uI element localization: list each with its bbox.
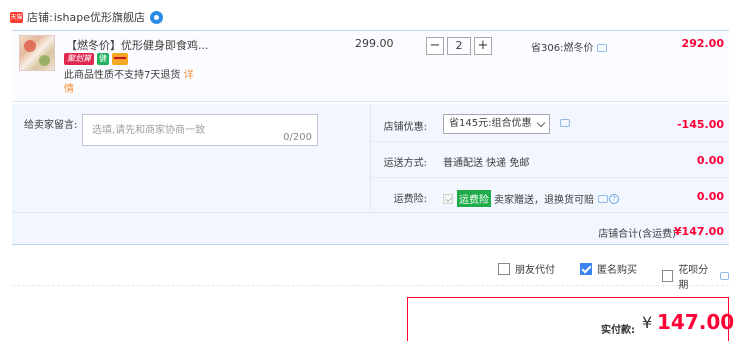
discount-select[interactable]: 省145元:组合优惠 — [443, 114, 550, 134]
shop-total-amount: ¥147.00 — [673, 225, 724, 238]
memo-panel: 给卖家留言: 选填,请先和商家协商一致 0/200 — [12, 104, 370, 211]
insurance-text: 卖家赠送，退换货可赔 — [494, 195, 594, 206]
insurance-tag: 运费险 — [457, 190, 491, 207]
insurance-message-icon[interactable] — [598, 194, 608, 203]
installment-checkbox[interactable] — [662, 270, 674, 282]
shop-name-link[interactable]: ishape优形旗舰店 — [54, 9, 145, 25]
credit-card-icon — [112, 53, 128, 65]
discount-row: 店铺优惠: 省145元:组合优惠 -145.00 — [371, 106, 729, 142]
message-icon[interactable] — [597, 44, 608, 52]
payment-total-box: 实付款: ¥ 147.00 — [407, 297, 734, 341]
checkout-options: 朋友代付 匿名购买 花呗分期 — [12, 247, 729, 291]
memo-label: 给卖家留言: — [24, 120, 78, 131]
item-saving-info: 省306:燃冬价 — [531, 39, 608, 54]
product-title[interactable]: 【燃冬价】优形健身即食鸡... — [66, 37, 209, 53]
insurance-value: 运费险 卖家赠送，退换货可赔 ? — [443, 190, 619, 207]
shipping-method: 普通配送 快递 免邮 — [443, 158, 530, 169]
insurance-row: 运费险: 运费险 卖家赠送，退换货可赔 ? 0.00 — [371, 178, 729, 214]
order-item-row: 【燃冬价】优形健身即食鸡... 聚划算 健 此商品性质不支持7天退货 详情 29… — [12, 30, 729, 102]
friend-pay-option[interactable]: 朋友代付 — [498, 261, 555, 276]
payment-amount: 147.00 — [657, 310, 735, 334]
seller-memo-textarea[interactable]: 选填,请先和商家协商一致 0/200 — [82, 114, 318, 146]
no-return-text: 此商品性质不支持7天退货 — [64, 70, 181, 81]
discount-selected-value: 省145元:组合优惠 — [449, 118, 532, 129]
discount-amount: -145.00 — [676, 118, 724, 131]
insurance-checkbox — [443, 193, 453, 204]
installment-label: 花呗分期 — [678, 265, 709, 291]
payment-label: 实付款: — [601, 325, 635, 336]
installment-option[interactable]: 花呗分期 — [662, 261, 729, 291]
discount-message-icon[interactable] — [560, 119, 570, 127]
discount-label: 店铺优惠: — [383, 122, 427, 133]
payment-currency: ¥ — [642, 313, 653, 332]
juhuasuan-badge: 聚划算 — [64, 53, 94, 65]
friend-pay-label: 朋友代付 — [515, 265, 555, 276]
product-thumbnail[interactable] — [19, 35, 55, 71]
help-icon[interactable]: ? — [609, 193, 619, 204]
quantity-minus-button[interactable]: − — [426, 37, 444, 55]
no-return-notice: 此商品性质不支持7天退货 详情 — [64, 69, 199, 97]
chevron-down-icon — [536, 118, 546, 128]
insurance-amount: 0.00 — [696, 190, 724, 203]
installment-message-icon[interactable] — [719, 272, 729, 280]
shop-header: 天猫 店铺: ishape优形旗舰店 — [10, 9, 163, 25]
wangwang-chat-icon[interactable] — [149, 10, 163, 24]
shipping-label: 运送方式: — [383, 158, 427, 169]
item-subtotal: 292.00 — [681, 37, 724, 50]
shipping-row: 运送方式: 普通配送 快递 免邮 0.00 — [371, 142, 729, 178]
saving-text: 省306:燃冬价 — [531, 43, 594, 54]
health-badge-icon: 健 — [97, 53, 109, 65]
quantity-input[interactable]: 2 — [447, 37, 471, 55]
shop-prefix-label: 店铺: — [27, 11, 53, 24]
memo-placeholder: 选填,请先和商家协商一致 — [92, 125, 206, 136]
shop-total-row: 店铺合计(含运费) ¥147.00 — [12, 212, 729, 245]
order-extras: 给卖家留言: 选填,请先和商家协商一致 0/200 店铺优惠: 省145元:组合… — [12, 104, 729, 245]
tmall-logo-icon: 天猫 — [10, 11, 23, 23]
shipping-amount: 0.00 — [696, 154, 724, 167]
quantity-plus-button[interactable]: + — [474, 37, 492, 55]
anonymous-label: 匿名购买 — [597, 265, 637, 276]
anonymous-option[interactable]: 匿名购买 — [580, 261, 637, 276]
insurance-label: 运费险: — [393, 194, 427, 205]
anonymous-checkbox[interactable] — [580, 262, 592, 275]
quantity-stepper: − 2 + — [426, 37, 492, 55]
friend-pay-checkbox[interactable] — [498, 262, 510, 275]
memo-char-count: 0/200 — [283, 132, 312, 143]
unit-price: 299.00 — [355, 37, 394, 50]
product-badges: 聚划算 健 — [64, 53, 128, 65]
shop-total-label: 店铺合计(含运费) — [598, 229, 676, 240]
